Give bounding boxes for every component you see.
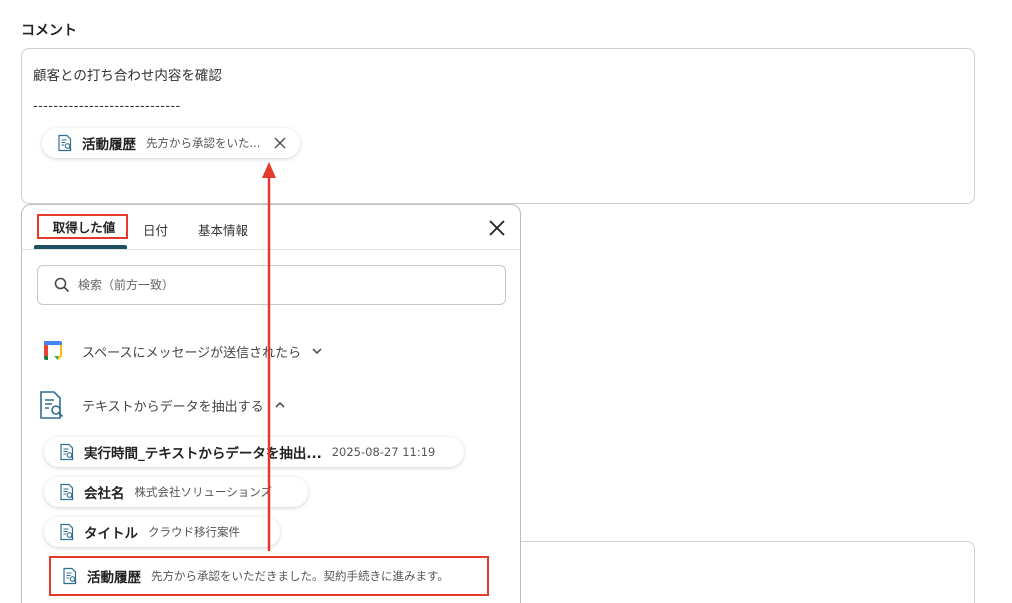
- search-icon: [54, 277, 70, 293]
- item-value: クラウド移行案件: [148, 525, 240, 539]
- value-item-title[interactable]: タイトル クラウド移行案件: [44, 517, 280, 547]
- value-item-activity-history[interactable]: 活動履歴 先方から承認をいただきました。契約手続きに進みます。: [49, 556, 489, 596]
- active-tab-indicator: [34, 245, 127, 249]
- item-name: 実行時間_テキストからデータを抽出...: [84, 446, 322, 462]
- item-name: タイトル: [84, 526, 138, 542]
- comment-textarea[interactable]: 顧客との打ち合わせ内容を確認 -------------------------…: [21, 48, 975, 204]
- close-icon[interactable]: [488, 219, 506, 237]
- document-search-icon: [63, 567, 77, 585]
- chip-value: 先方から承認をいた...: [146, 136, 261, 150]
- value-picker-panel: 取得した値 日付 基本情報 スペースにメッセー: [21, 204, 521, 603]
- google-chat-icon: [44, 341, 62, 360]
- group-chat-label: スペースにメッセージが送信されたら: [82, 345, 302, 361]
- inserted-value-chip[interactable]: 活動履歴 先方から承認をいた...: [42, 128, 301, 158]
- document-search-icon: [60, 443, 74, 461]
- item-value: 先方から承認をいただきました。契約手続きに進みます。: [151, 569, 449, 583]
- remove-chip-icon[interactable]: [272, 135, 288, 151]
- item-name: 会社名: [84, 486, 125, 502]
- tab-bar: 取得した値 日付 基本情報: [22, 205, 520, 250]
- document-search-icon: [40, 391, 64, 419]
- item-value: 2025-08-27 11:19: [331, 445, 436, 459]
- comment-section-label: コメント: [21, 23, 77, 39]
- comment-divider-line: -----------------------------: [33, 99, 181, 114]
- document-search-icon: [60, 523, 74, 541]
- tab-date[interactable]: 日付: [143, 220, 168, 239]
- item-name: 活動履歴: [87, 570, 141, 586]
- chevron-up-icon: [275, 401, 285, 408]
- tab-fetched-values[interactable]: 取得した値: [39, 214, 129, 239]
- tab-basic-info[interactable]: 基本情報: [198, 220, 248, 239]
- group-extract-trigger[interactable]: テキストからデータを抽出する: [38, 390, 286, 420]
- document-search-icon: [58, 134, 72, 152]
- item-value: 株式会社ソリューションズ: [134, 485, 273, 499]
- search-input[interactable]: [78, 278, 478, 292]
- group-extract-label: テキストからデータを抽出する: [82, 399, 264, 415]
- chip-name: 活動履歴: [82, 137, 136, 153]
- value-item-execution-time[interactable]: 実行時間_テキストからデータを抽出... 2025-08-27 11:19: [44, 437, 464, 467]
- chevron-down-icon: [312, 348, 322, 355]
- value-item-company[interactable]: 会社名 株式会社ソリューションズ: [44, 477, 308, 507]
- comment-text-line: 顧客との打ち合わせ内容を確認: [33, 68, 222, 84]
- document-search-icon: [60, 483, 74, 501]
- group-chat-trigger[interactable]: スペースにメッセージが送信されたら: [40, 338, 323, 364]
- workflow-editor: コメント 顧客との打ち合わせ内容を確認 --------------------…: [0, 0, 1012, 603]
- search-field[interactable]: [37, 265, 506, 305]
